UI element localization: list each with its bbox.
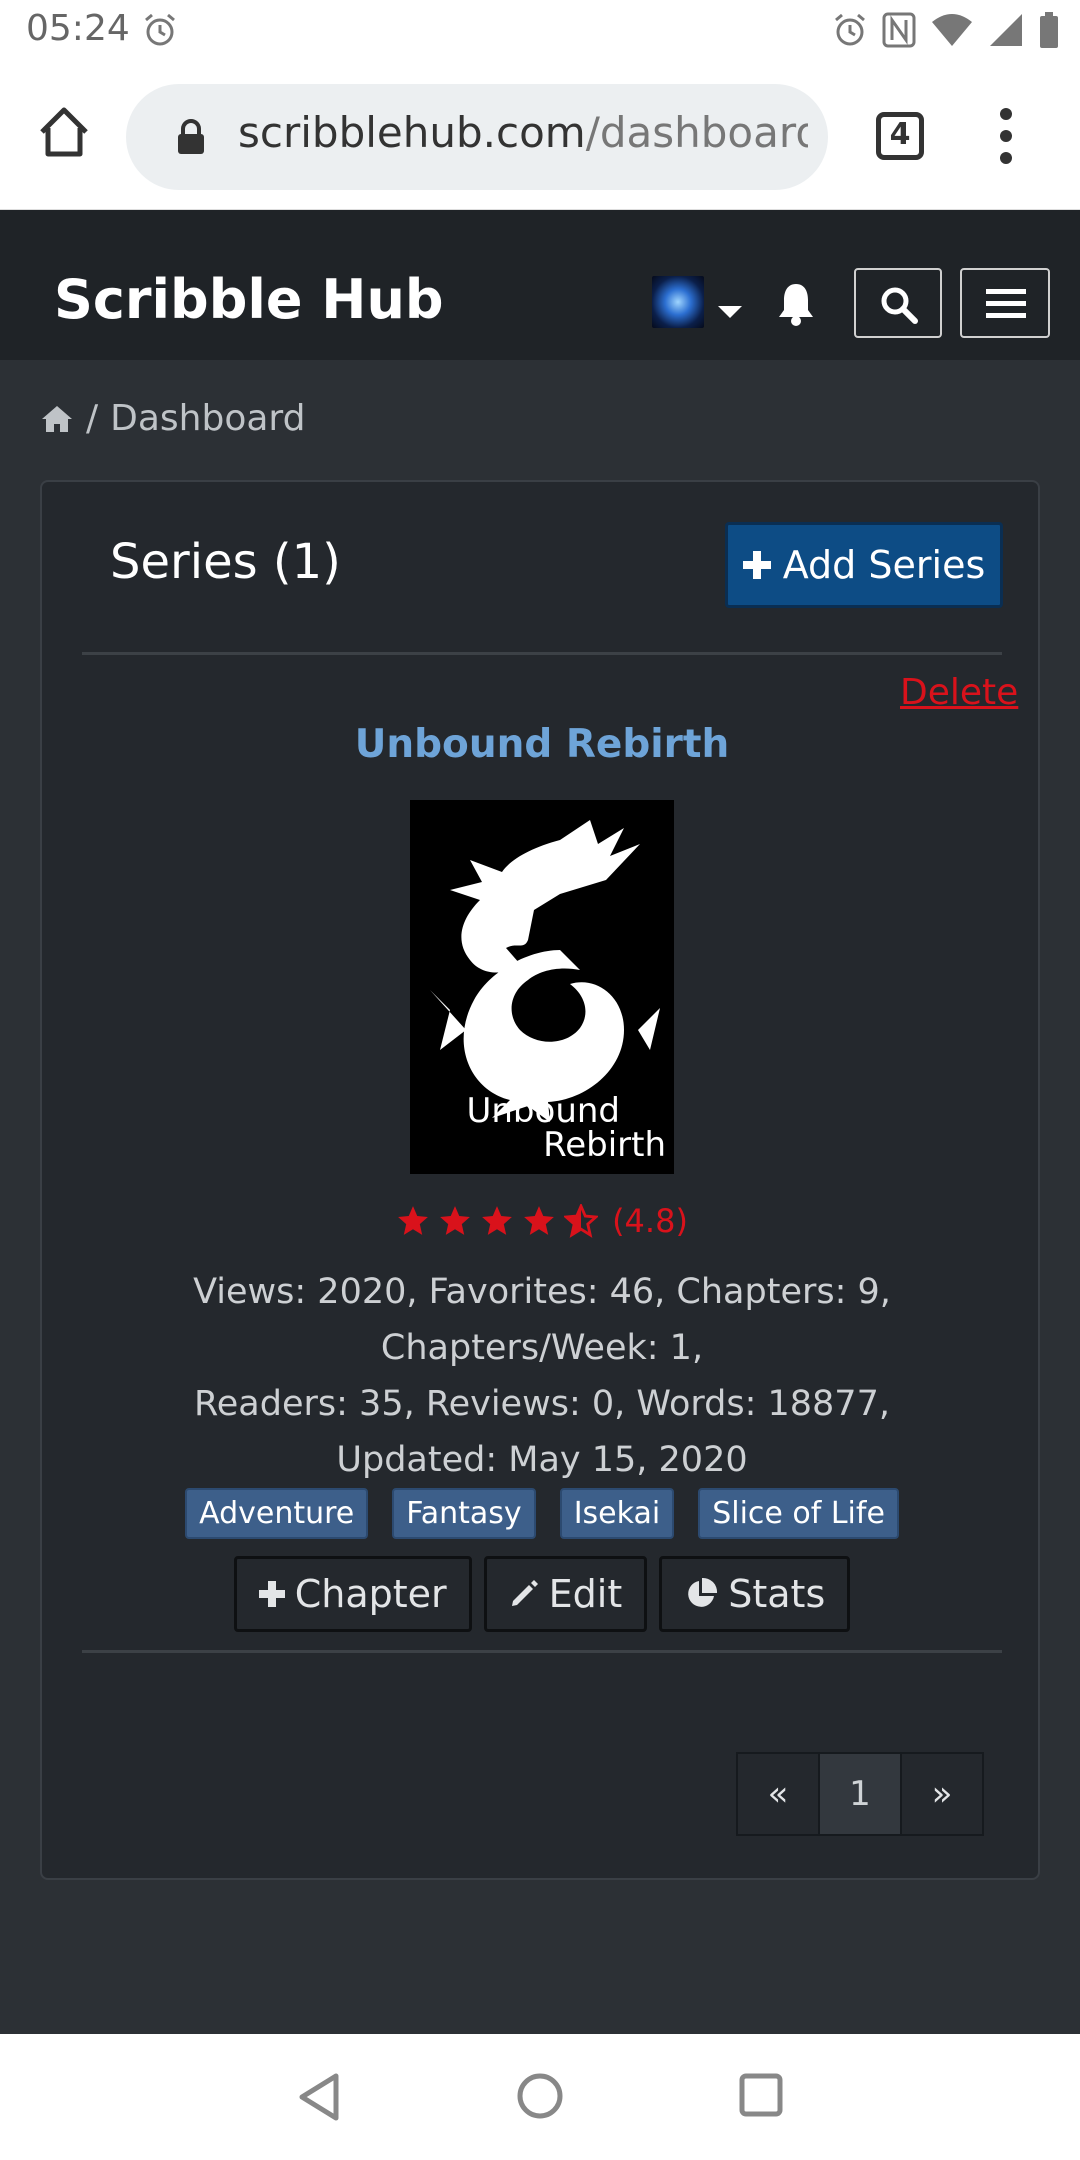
- divider: [82, 652, 1002, 655]
- star-half-icon: [564, 1204, 599, 1238]
- nfc-icon: [882, 12, 916, 48]
- pagination: « 1 »: [736, 1752, 984, 1836]
- tag-isekai[interactable]: Isekai: [559, 1488, 675, 1539]
- add-series-button[interactable]: Add Series: [725, 522, 1003, 608]
- series-card: Series (1) Add Series Delete Unbound Reb…: [40, 480, 1040, 1880]
- hamburger-icon: [986, 289, 1026, 318]
- tag-adventure[interactable]: Adventure: [185, 1488, 369, 1539]
- stats-button[interactable]: Stats: [659, 1556, 851, 1632]
- alarm-icon: [835, 13, 865, 46]
- cover-text: Unbound Rebirth: [466, 1091, 667, 1165]
- pagination-page-1[interactable]: 1: [818, 1752, 902, 1836]
- edit-button[interactable]: Edit: [483, 1556, 648, 1632]
- series-actions: Chapter Edit Stats: [42, 1556, 1042, 1632]
- plus-icon: [742, 551, 771, 579]
- star-rating: (4.8): [42, 1202, 1042, 1240]
- search-button[interactable]: [854, 268, 942, 338]
- bell-icon[interactable]: [776, 282, 816, 326]
- search-icon: [881, 287, 918, 324]
- series-cover[interactable]: Unbound Rebirth: [410, 800, 674, 1174]
- url-path: /dashboard/: [585, 108, 808, 157]
- plus-icon: [258, 1581, 285, 1607]
- pie-chart-icon: [688, 1577, 718, 1607]
- signal-icon: [990, 14, 1022, 46]
- tag-slice-of-life[interactable]: Slice of Life: [698, 1488, 899, 1539]
- pagination-next[interactable]: »: [900, 1752, 984, 1836]
- genre-tags: Adventure Fantasy Isekai Slice of Life: [42, 1488, 1042, 1539]
- series-title[interactable]: Unbound Rebirth: [42, 722, 1042, 767]
- address-bar[interactable]: scribblehub.com/dashboard/: [126, 84, 828, 190]
- more-options-icon[interactable]: [994, 104, 1018, 168]
- status-time: 05:24: [26, 8, 130, 49]
- star-icon: [482, 1206, 512, 1235]
- recents-icon[interactable]: [738, 2072, 784, 2118]
- breadcrumb-separator: /: [86, 398, 99, 439]
- add-chapter-button[interactable]: Chapter: [233, 1556, 472, 1632]
- pagination-prev[interactable]: «: [736, 1752, 820, 1836]
- tag-fantasy[interactable]: Fantasy: [392, 1488, 536, 1539]
- delete-link[interactable]: Delete: [900, 672, 1018, 713]
- avatar[interactable]: [652, 276, 704, 328]
- chevron-down-icon[interactable]: [718, 306, 742, 318]
- lock-icon: [178, 119, 204, 154]
- star-icon: [398, 1206, 428, 1235]
- home-circle-icon[interactable]: [516, 2072, 564, 2120]
- home-icon[interactable]: [36, 104, 92, 160]
- status-icons: [832, 12, 1060, 48]
- url-host: scribblehub.com: [238, 108, 586, 157]
- rating-score: (4.8): [612, 1202, 688, 1240]
- breadcrumb: / Dashboard: [40, 398, 305, 439]
- wifi-icon: [932, 14, 972, 46]
- section-title: Series (1): [110, 534, 341, 590]
- url-text[interactable]: scribblehub.com/dashboard/: [238, 108, 808, 157]
- site-logo[interactable]: Scribble Hub: [54, 268, 444, 331]
- add-series-label: Add Series: [782, 543, 986, 587]
- browser-toolbar: scribblehub.com/dashboard/ 4: [0, 64, 1080, 210]
- site-header: Scribble Hub: [0, 210, 1080, 360]
- status-bar: 05:24: [0, 0, 1080, 64]
- series-stats: Views: 2020, Favorites: 46, Chapters: 9,…: [193, 1272, 891, 1480]
- battery-icon: [1040, 12, 1058, 48]
- system-nav-bar: [0, 2034, 1080, 2160]
- page-content: / Dashboard Series (1) Add Series Delete…: [0, 360, 1080, 2034]
- back-icon[interactable]: [296, 2072, 342, 2122]
- star-icon: [524, 1206, 554, 1235]
- breadcrumb-current: Dashboard: [110, 398, 306, 439]
- menu-button[interactable]: [960, 268, 1050, 338]
- pencil-icon: [511, 1580, 538, 1606]
- home-icon[interactable]: [40, 404, 74, 434]
- alarm-icon: [145, 13, 175, 46]
- divider: [82, 1650, 1002, 1653]
- tab-switcher-button[interactable]: 4: [876, 112, 924, 160]
- star-icon: [440, 1206, 470, 1235]
